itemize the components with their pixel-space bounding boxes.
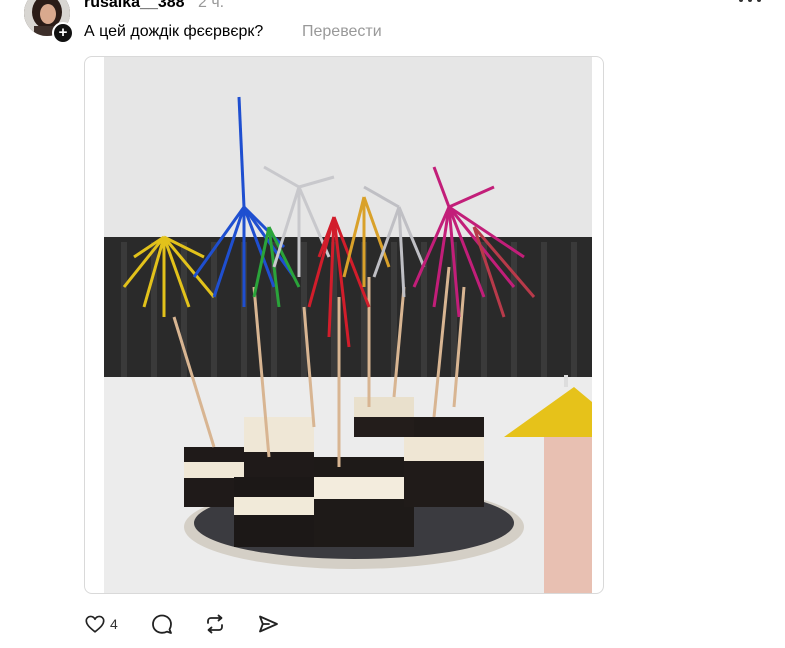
like-button[interactable]: 4	[84, 610, 118, 638]
comment-bubble-icon	[152, 614, 172, 634]
share-button[interactable]	[256, 610, 280, 638]
heart-icon	[85, 615, 105, 633]
post-actions: 4	[84, 610, 384, 638]
post-timestamp: 2 ч.	[198, 0, 225, 11]
like-count: 4	[110, 616, 118, 632]
post-text: А цей дождік фєєрвєрк?	[84, 23, 264, 40]
follow-plus-icon[interactable]: +	[52, 22, 74, 44]
username[interactable]: rusalka__388	[84, 0, 185, 12]
translate-link[interactable]: Перевести	[302, 23, 382, 41]
more-horizontal-icon[interactable]	[736, 0, 764, 8]
send-icon	[259, 615, 278, 633]
comment-button[interactable]	[150, 610, 174, 638]
repost-icon	[207, 614, 223, 634]
repost-button[interactable]	[203, 610, 227, 638]
post-photo	[104, 57, 592, 593]
post-media[interactable]	[84, 56, 604, 594]
